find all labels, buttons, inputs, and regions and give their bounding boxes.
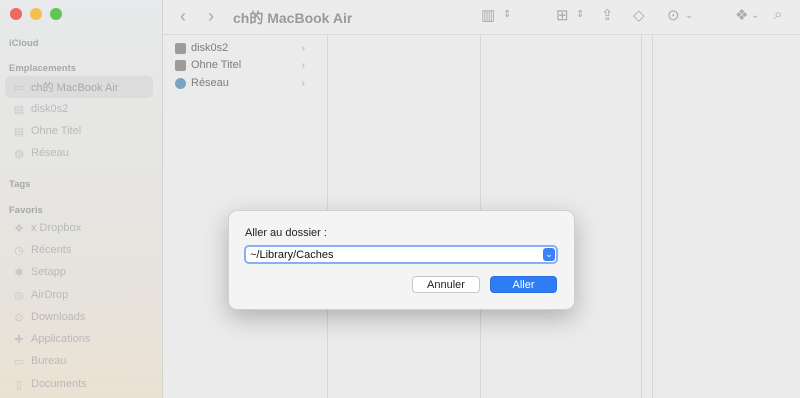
sidebar-item-reseau[interactable]: ◍ Réseau xyxy=(5,142,153,164)
recent-folders-dropdown-icon[interactable]: ⌄ xyxy=(543,248,555,261)
dialog-label: Aller au dossier : xyxy=(245,227,327,239)
minimize-window-button[interactable] xyxy=(30,8,42,20)
search-icon[interactable]: ⌕ xyxy=(774,6,782,23)
sidebar-item-label: Bureau xyxy=(31,355,67,367)
dropbox-icon[interactable]: ❖ xyxy=(735,6,748,24)
column-resize-gutter[interactable] xyxy=(642,35,653,398)
sidebar-item-bureau[interactable]: ▭ Bureau xyxy=(5,350,153,372)
sidebar-item-label: AirDrop xyxy=(31,289,69,301)
section-emplacements: Emplacements xyxy=(9,63,77,74)
back-icon[interactable]: ‹ xyxy=(180,6,186,27)
sidebar-item-disk0s2[interactable]: ▤ disk0s2 xyxy=(5,98,153,120)
tag-icon[interactable]: ◇ xyxy=(633,6,645,24)
sidebar-item-airdrop[interactable]: ◎ AirDrop xyxy=(5,284,153,306)
go-to-folder-dialog: Aller au dossier : ⌄ Annuler Aller xyxy=(228,210,575,310)
sidebar-item-documents[interactable]: ▯ Documents xyxy=(5,373,153,395)
sidebar-item-label: disk0s2 xyxy=(31,103,69,115)
chevron-right-icon: › xyxy=(301,42,305,54)
sidebar-item-label: x Dropbox xyxy=(31,222,82,234)
sidebar-item-label: Setapp xyxy=(31,266,66,278)
laptop-icon: ▭ xyxy=(13,81,25,94)
list-item[interactable]: disk0s2 › xyxy=(175,40,305,56)
more-chevron-icon[interactable]: ⌄ xyxy=(685,10,693,21)
dropbox-chevron-icon[interactable]: ⌄ xyxy=(751,10,759,21)
column-4 xyxy=(653,35,800,398)
sidebar-item-applications[interactable]: ✚ Applications xyxy=(5,328,153,350)
sidebar-item-label: Récents xyxy=(31,244,72,256)
disk-icon xyxy=(175,42,186,54)
go-button[interactable]: Aller xyxy=(490,276,557,293)
zoom-window-button[interactable] xyxy=(50,8,62,20)
section-tags: Tags xyxy=(9,179,31,190)
view-options-chevron-icon[interactable]: ⇕ xyxy=(503,9,511,20)
list-item-label: Ohne Titel xyxy=(191,59,242,71)
sidebar-item-label: Ohne Titel xyxy=(31,125,82,137)
dropbox-icon: ❖ xyxy=(14,222,24,235)
toolbar: ‹ › ch的 MacBook Air ▥ ⇕ ⊞ ⇕ ⇪ ◇ ⊙ ⌄ ❖ ⌄ … xyxy=(163,0,800,35)
desktop-icon: ▭ xyxy=(13,355,25,368)
sidebar-item-dropbox[interactable]: ❖ x Dropbox xyxy=(5,217,153,239)
path-input[interactable] xyxy=(246,247,532,262)
list-item[interactable]: Ohne Titel › xyxy=(175,57,305,73)
sidebar-item-macbook[interactable]: ▭ ch的 MacBook Air xyxy=(5,76,153,98)
column-view-icon[interactable]: ▥ xyxy=(481,6,495,24)
disk-icon: ▤ xyxy=(13,103,25,116)
list-item-label: disk0s2 xyxy=(191,42,229,54)
forward-icon[interactable]: › xyxy=(208,6,214,27)
sidebar-item-ohne-titel[interactable]: ▤ Ohne Titel xyxy=(5,120,153,142)
cancel-button[interactable]: Annuler xyxy=(412,276,480,293)
section-favoris: Favoris xyxy=(9,205,43,216)
more-actions-icon[interactable]: ⊙ xyxy=(667,6,680,24)
sidebar-item-label: Réseau xyxy=(31,147,69,159)
sidebar-item-label: Downloads xyxy=(31,311,86,323)
applications-icon: ✚ xyxy=(14,333,24,346)
sidebar-item-recents[interactable]: ◷ Récents xyxy=(5,239,153,261)
sidebar-item-label: Documents xyxy=(31,378,87,390)
setapp-icon: ✱ xyxy=(14,266,24,279)
list-item-label: Réseau xyxy=(191,77,229,89)
group-chevron-icon[interactable]: ⇕ xyxy=(576,9,584,20)
disk-icon: ▤ xyxy=(13,125,25,138)
close-window-button[interactable] xyxy=(10,8,22,20)
downloads-icon: ⊙ xyxy=(14,311,24,324)
section-icloud: iCloud xyxy=(9,38,39,49)
documents-icon: ▯ xyxy=(15,378,23,391)
group-icon[interactable]: ⊞ xyxy=(556,6,569,24)
sidebar-item-setapp[interactable]: ✱ Setapp xyxy=(5,261,153,283)
airdrop-icon: ◎ xyxy=(14,289,24,302)
path-field: ⌄ xyxy=(244,245,558,264)
sidebar-item-label: ch的 MacBook Air xyxy=(31,82,119,94)
window-title: ch的 MacBook Air xyxy=(233,10,353,26)
list-item[interactable]: Réseau › xyxy=(175,75,305,91)
disk-icon xyxy=(175,59,186,71)
network-icon: ◍ xyxy=(14,147,24,160)
share-icon[interactable]: ⇪ xyxy=(601,6,614,24)
window-controls xyxy=(10,8,62,20)
chevron-right-icon: › xyxy=(301,59,305,71)
clock-icon: ◷ xyxy=(14,244,24,257)
network-icon xyxy=(175,77,186,89)
sidebar-item-label: Applications xyxy=(31,333,91,345)
sidebar-item-downloads[interactable]: ⊙ Downloads xyxy=(5,306,153,328)
sidebar: iCloud Emplacements ▭ ch的 MacBook Air ▤ … xyxy=(0,0,163,398)
chevron-right-icon: › xyxy=(301,77,305,89)
